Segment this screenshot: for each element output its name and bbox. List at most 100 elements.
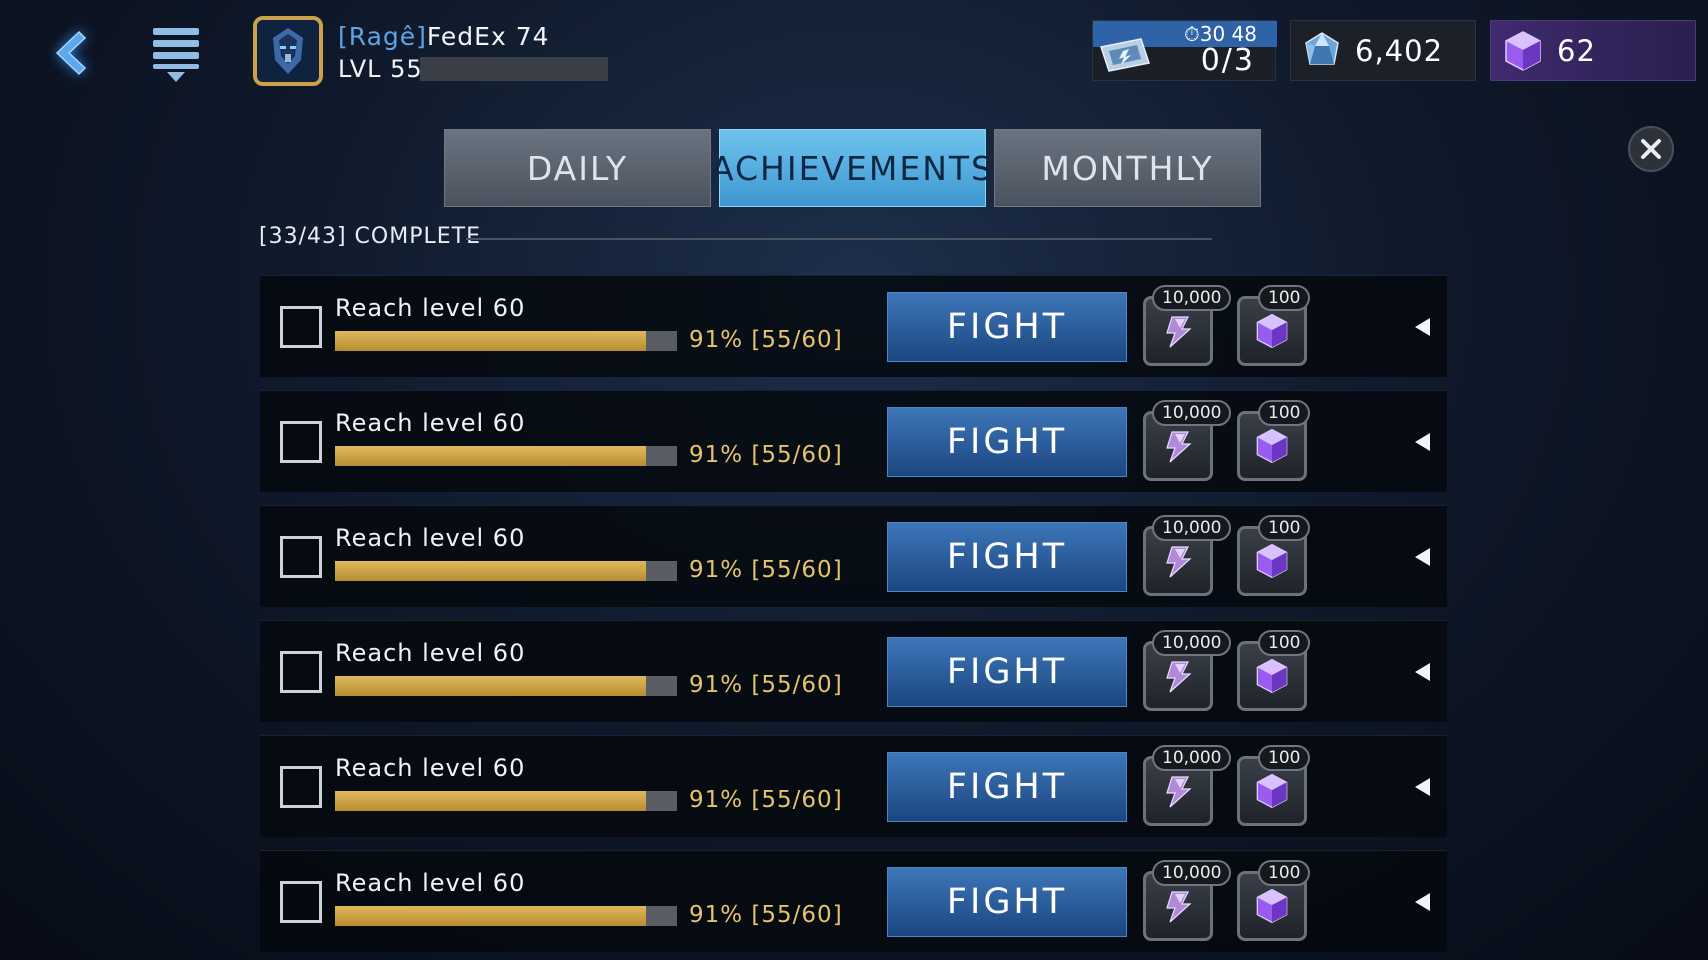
- summary-divider: [466, 238, 1212, 240]
- achievement-row: Reach level 60 91% [55/60] FIGHT 10,000 …: [260, 735, 1447, 837]
- reward-credits[interactable]: 10,000: [1143, 860, 1232, 941]
- achievement-checkbox[interactable]: [280, 306, 322, 348]
- achievement-progress-text: 91% [55/60]: [689, 787, 843, 813]
- hamburger-menu-icon: [153, 28, 199, 82]
- triangle-left-icon[interactable]: [1412, 661, 1432, 683]
- robot-portrait-icon: [257, 20, 319, 82]
- achievement-progress-fill: [335, 561, 647, 581]
- reward-gems[interactable]: 100: [1237, 630, 1311, 711]
- reward-credits-amount: 10,000: [1152, 630, 1232, 656]
- triangle-left-icon[interactable]: [1412, 546, 1432, 568]
- triangle-left-icon[interactable]: [1412, 776, 1432, 798]
- achievement-title: Reach level 60: [335, 524, 526, 552]
- energy-counter[interactable]: ⏱30 48 0/3: [1092, 20, 1277, 81]
- reward-credits-amount: 10,000: [1152, 745, 1232, 771]
- purple-gem-icon: [1256, 773, 1288, 809]
- achievement-progress-bar: [335, 446, 677, 466]
- fight-button[interactable]: FIGHT: [887, 867, 1127, 937]
- tab-daily[interactable]: DAILY: [444, 129, 711, 207]
- reward-gems[interactable]: 100: [1237, 285, 1311, 366]
- achievement-progress-fill: [335, 331, 647, 351]
- achievement-checkbox[interactable]: [280, 881, 322, 923]
- player-level: LVL 55: [338, 55, 423, 83]
- credits-token-icon: [1166, 661, 1192, 693]
- tab-monthly[interactable]: MONTHLY: [994, 129, 1261, 207]
- achievement-checkbox[interactable]: [280, 651, 322, 693]
- achievement-title: Reach level 60: [335, 294, 526, 322]
- purple-gem-icon: [1256, 543, 1288, 579]
- achievement-checkbox[interactable]: [280, 536, 322, 578]
- player-name-text: FedEx 74: [426, 22, 550, 51]
- crystal-currency[interactable]: 6,402: [1290, 20, 1476, 81]
- achievement-title: Reach level 60: [335, 409, 526, 437]
- reward-credits-amount: 10,000: [1152, 285, 1232, 311]
- reward-credits-amount: 10,000: [1152, 400, 1232, 426]
- purple-gem-icon: [1256, 428, 1288, 464]
- achievement-progress-text: 91% [55/60]: [689, 672, 843, 698]
- achievement-progress-bar: [335, 906, 677, 926]
- triangle-left-icon[interactable]: [1412, 891, 1432, 913]
- close-button[interactable]: [1628, 126, 1674, 172]
- achievement-progress-bar: [335, 791, 677, 811]
- achievement-progress-bar: [335, 331, 677, 351]
- achievement-progress-text: 91% [55/60]: [689, 327, 843, 353]
- crystal-icon: [1305, 31, 1339, 65]
- xp-progress-bar: [420, 57, 608, 81]
- achievement-checkbox[interactable]: [280, 421, 322, 463]
- reward-gems-amount: 100: [1258, 745, 1311, 771]
- fight-button[interactable]: FIGHT: [887, 522, 1127, 592]
- fight-button[interactable]: FIGHT: [887, 637, 1127, 707]
- gem-amount: 62: [1557, 33, 1596, 68]
- menu-button[interactable]: [145, 22, 207, 84]
- credits-token-icon: [1166, 316, 1192, 348]
- energy-ticket-icon: [1100, 38, 1150, 72]
- top-bar: [Ragê]FedEx 74 LVL 55 ⏱30 48 0/3 6,402 6…: [0, 0, 1708, 100]
- tab-bar: DAILY ACHIEVEMENTS MONTHLY: [444, 129, 1261, 207]
- reward-credits[interactable]: 10,000: [1143, 285, 1232, 366]
- fight-button[interactable]: FIGHT: [887, 407, 1127, 477]
- purple-gem-icon: [1505, 30, 1541, 71]
- reward-gems-amount: 100: [1258, 515, 1311, 541]
- close-icon: [1641, 139, 1661, 159]
- completion-summary: [33/43] COMPLETE: [259, 224, 481, 249]
- player-avatar[interactable]: [253, 16, 323, 86]
- triangle-left-icon[interactable]: [1412, 431, 1432, 453]
- energy-count: 0/3: [1200, 43, 1255, 78]
- fight-button[interactable]: FIGHT: [887, 752, 1127, 822]
- reward-gems-amount: 100: [1258, 860, 1311, 886]
- reward-credits[interactable]: 10,000: [1143, 515, 1232, 596]
- gem-currency[interactable]: 62: [1490, 20, 1696, 81]
- achievement-row: Reach level 60 91% [55/60] FIGHT 10,000 …: [260, 275, 1447, 377]
- tab-achievements[interactable]: ACHIEVEMENTS: [711, 129, 992, 207]
- reward-gems-amount: 100: [1258, 285, 1311, 311]
- achievement-progress-bar: [335, 561, 677, 581]
- back-button[interactable]: [38, 22, 100, 84]
- credits-token-icon: [1166, 891, 1192, 923]
- player-clan-tag: [Ragê]: [338, 22, 427, 51]
- chevron-left-icon: [55, 30, 87, 76]
- achievement-title: Reach level 60: [335, 869, 526, 897]
- crystal-amount: 6,402: [1355, 33, 1444, 68]
- reward-credits[interactable]: 10,000: [1143, 400, 1232, 481]
- credits-token-icon: [1166, 431, 1192, 463]
- reward-gems[interactable]: 100: [1237, 860, 1311, 941]
- achievement-progress-text: 91% [55/60]: [689, 442, 843, 468]
- achievement-row: Reach level 60 91% [55/60] FIGHT 10,000 …: [260, 620, 1447, 722]
- player-name: [Ragê]FedEx 74: [338, 22, 550, 51]
- reward-gems[interactable]: 100: [1237, 515, 1311, 596]
- achievement-checkbox[interactable]: [280, 766, 322, 808]
- reward-credits-amount: 10,000: [1152, 860, 1232, 886]
- achievement-progress-fill: [335, 676, 647, 696]
- achievement-progress-text: 91% [55/60]: [689, 557, 843, 583]
- achievement-title: Reach level 60: [335, 754, 526, 782]
- reward-gems-amount: 100: [1258, 400, 1311, 426]
- achievement-row: Reach level 60 91% [55/60] FIGHT 10,000 …: [260, 390, 1447, 492]
- triangle-left-icon[interactable]: [1412, 316, 1432, 338]
- reward-credits[interactable]: 10,000: [1143, 745, 1232, 826]
- reward-gems[interactable]: 100: [1237, 400, 1311, 481]
- reward-gems[interactable]: 100: [1237, 745, 1311, 826]
- reward-credits[interactable]: 10,000: [1143, 630, 1232, 711]
- achievement-progress-fill: [335, 791, 647, 811]
- achievement-progress-bar: [335, 676, 677, 696]
- fight-button[interactable]: FIGHT: [887, 292, 1127, 362]
